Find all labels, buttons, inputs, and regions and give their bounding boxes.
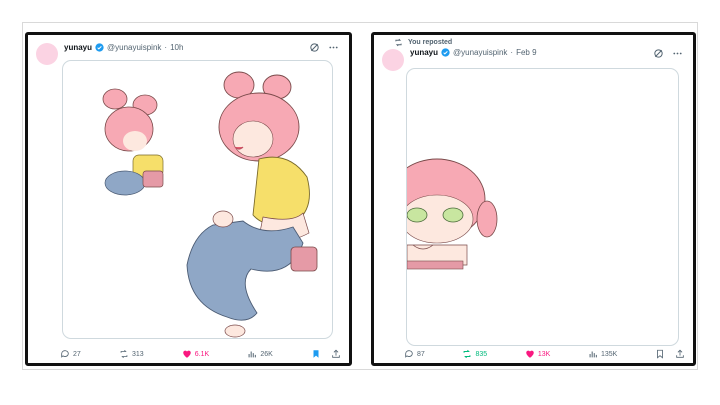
post-header: yunayu @yunayuispink · 10h — [64, 43, 183, 52]
repost-icon — [464, 349, 471, 359]
more-options-icon[interactable] — [328, 42, 339, 53]
handle[interactable]: @yunayuispink — [107, 43, 161, 52]
reply-icon — [61, 350, 69, 358]
views-chart-icon — [248, 351, 257, 358]
peeking-chibi-image — [407, 158, 498, 270]
heart-icon — [183, 350, 191, 358]
post-card-1[interactable]: yunayu @yunayuispink · 10h 27 313 6.1K 2… — [25, 32, 352, 366]
action-bar: 27 313 6.1K 26K — [60, 349, 341, 359]
post-image[interactable] — [62, 60, 333, 339]
verified-badge-icon — [95, 43, 104, 52]
timestamp[interactable]: 10h — [170, 43, 183, 52]
views-chart-icon — [589, 351, 597, 358]
like-button[interactable]: 6.1K — [182, 349, 209, 359]
repost-button[interactable]: 835 — [462, 349, 487, 359]
repost-indicator-icon — [395, 38, 402, 47]
views-button[interactable]: 135K — [588, 349, 617, 359]
peeking-chibi-figure — [407, 158, 498, 270]
large-chibi-figure — [186, 71, 318, 338]
reply-count: 27 — [73, 350, 81, 358]
action-bar: 87 835 13K 135K — [404, 349, 685, 359]
bookmark-icon[interactable] — [655, 349, 665, 359]
grok-icon[interactable] — [309, 42, 320, 53]
like-count: 13K — [537, 350, 551, 358]
repost-icon — [120, 349, 128, 359]
share-icon[interactable] — [675, 349, 685, 359]
repost-indicator: You reposted — [394, 38, 452, 47]
small-chibi-figure — [102, 88, 164, 196]
verified-badge-icon — [441, 48, 450, 57]
repost-count: 835 — [475, 350, 488, 358]
share-icon[interactable] — [331, 349, 341, 359]
separator: · — [510, 48, 514, 57]
chibi-artwork-image — [102, 71, 318, 338]
repost-count: 313 — [131, 350, 144, 358]
reply-count: 87 — [417, 350, 425, 358]
like-count: 6.1K — [194, 350, 210, 358]
like-button[interactable]: 13K — [525, 349, 550, 359]
views-button[interactable]: 26K — [247, 349, 273, 359]
avatar[interactable] — [36, 43, 58, 65]
reply-button[interactable]: 27 — [60, 349, 81, 359]
post-card-2[interactable]: You reposted yunayu @yunayuispink · Feb … — [371, 32, 696, 366]
timestamp[interactable]: Feb 9 — [516, 48, 536, 57]
repost-button[interactable]: 313 — [119, 349, 144, 359]
post-header: yunayu @yunayuispink · Feb 9 — [410, 48, 537, 57]
handle[interactable]: @yunayuispink — [453, 48, 507, 57]
view-count: 135K — [600, 350, 618, 358]
more-options-icon[interactable] — [672, 48, 683, 59]
view-count: 26K — [260, 350, 273, 358]
post-image[interactable] — [406, 68, 679, 346]
reply-button[interactable]: 87 — [404, 349, 425, 359]
repost-label[interactable]: You reposted — [408, 39, 452, 46]
avatar[interactable] — [382, 49, 404, 71]
separator: · — [164, 43, 168, 52]
bookmark-icon[interactable] — [311, 349, 321, 359]
display-name[interactable]: yunayu — [64, 43, 92, 52]
heart-icon — [526, 350, 534, 358]
reply-icon — [405, 350, 413, 358]
display-name[interactable]: yunayu — [410, 48, 438, 57]
grok-icon[interactable] — [653, 48, 664, 59]
